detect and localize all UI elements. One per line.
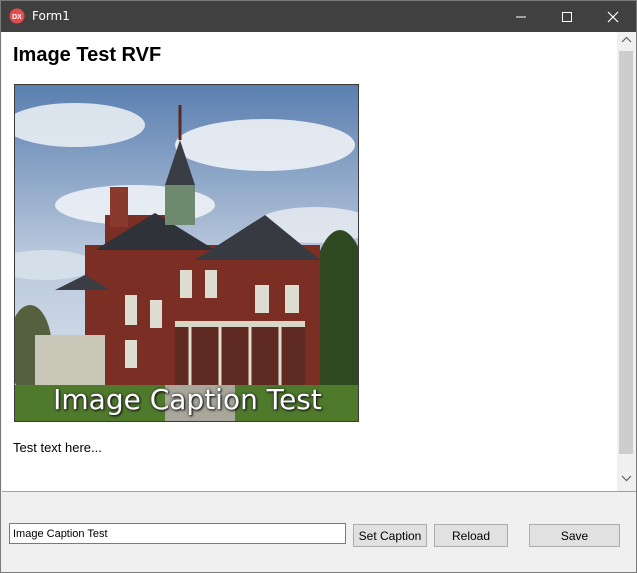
close-button[interactable] <box>590 1 636 32</box>
document-view[interactable]: Image Test RVF Image Caption Test Test t… <box>2 32 636 492</box>
scroll-up-icon[interactable] <box>621 36 632 43</box>
scrollbar-thumb[interactable] <box>619 51 633 454</box>
set-caption-button[interactable]: Set Caption <box>353 524 427 547</box>
caption-input[interactable] <box>9 523 346 544</box>
document-heading: Image Test RVF <box>13 44 162 66</box>
vertical-scrollbar[interactable] <box>617 32 636 491</box>
close-icon <box>607 11 619 23</box>
minimize-button[interactable] <box>498 1 544 32</box>
minimize-icon <box>516 16 526 18</box>
scroll-down-icon[interactable] <box>621 475 632 482</box>
image-caption: Image Caption Test <box>53 383 322 416</box>
body-text: Test text here... <box>13 440 102 455</box>
reload-button[interactable]: Reload <box>434 524 508 547</box>
house-image[interactable]: Image Caption Test <box>14 84 359 422</box>
dx-logo-icon: DX <box>9 8 25 24</box>
svg-text:DX: DX <box>12 14 22 21</box>
maximize-button[interactable] <box>544 1 590 32</box>
house-photo-illustration <box>15 85 358 421</box>
window-title: Form1 <box>32 9 70 23</box>
save-button[interactable]: Save <box>529 524 620 547</box>
title-bar[interactable]: DX Form1 <box>1 1 636 32</box>
maximize-icon <box>562 12 572 22</box>
control-panel: Set Caption Reload Save <box>2 492 636 572</box>
app-window: DX Form1 Image Test RVF Image Caption Te… <box>0 0 637 573</box>
